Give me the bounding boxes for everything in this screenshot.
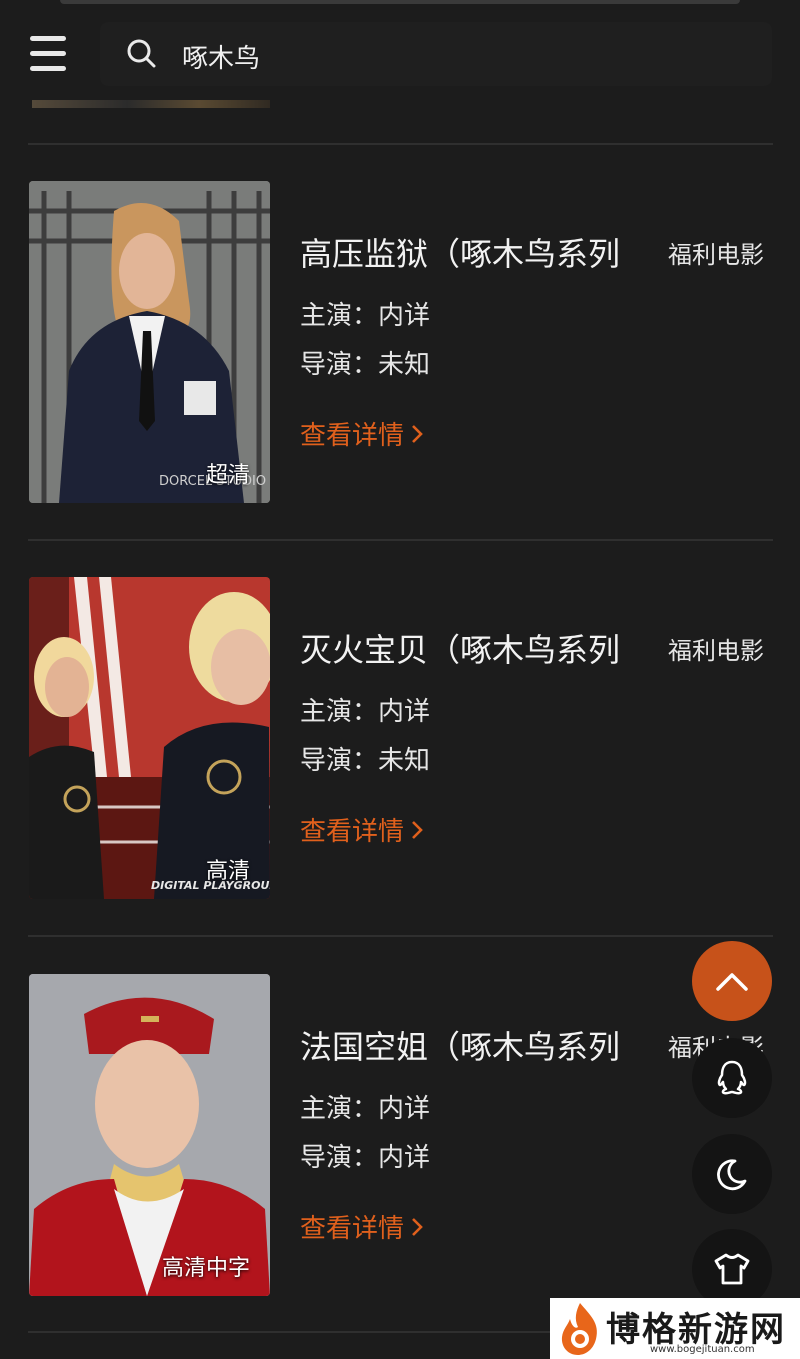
- director-line: 导演：未知: [300, 740, 430, 777]
- moon-icon: [717, 1159, 747, 1191]
- poster-image[interactable]: DORCEL STUDIO 超清: [29, 181, 270, 503]
- director-label: 导演：: [300, 746, 379, 776]
- previous-poster-edge: [32, 100, 270, 108]
- shirt-icon: [714, 1253, 750, 1285]
- search-header: 啄木鸟: [0, 0, 800, 108]
- search-box[interactable]: 啄木鸟: [100, 22, 772, 86]
- director-value: 未知: [378, 350, 431, 380]
- director-value: 内详: [378, 1143, 431, 1173]
- movie-title[interactable]: 灭火宝贝（啄木鸟系列: [300, 625, 620, 671]
- view-details-link[interactable]: 查看详情: [300, 811, 424, 848]
- qq-icon: [717, 1060, 747, 1095]
- cast-value: 内详: [378, 1094, 431, 1124]
- cast-line: 主演：内详: [300, 691, 430, 728]
- cast-label: 主演：: [300, 697, 379, 727]
- menu-icon: [30, 36, 66, 41]
- director-label: 导演：: [300, 1143, 379, 1173]
- view-details-link[interactable]: 查看详情: [300, 415, 424, 452]
- quality-badge: 高清: [205, 859, 250, 884]
- menu-icon-bar: [30, 51, 66, 56]
- category-label[interactable]: 福利电影: [668, 235, 764, 270]
- chevron-right-icon: [412, 821, 423, 839]
- view-details-link[interactable]: 查看详情: [300, 1208, 424, 1245]
- watermark-url: www.bogejituan.com: [650, 1344, 755, 1355]
- chevron-right-icon: [412, 425, 423, 443]
- movie-title[interactable]: 高压监狱（啄木鸟系列: [300, 229, 620, 275]
- director-value: 未知: [378, 746, 431, 776]
- quality-badge: 高清中字: [161, 1256, 250, 1281]
- search-input[interactable]: 啄木鸟: [182, 38, 682, 75]
- director-label: 导演：: [300, 350, 379, 380]
- back-to-top-button[interactable]: [692, 941, 772, 1021]
- qq-button[interactable]: [692, 1038, 772, 1118]
- director-line: 导演：内详: [300, 1137, 430, 1174]
- cast-line: 主演：内详: [300, 295, 430, 332]
- category-label[interactable]: 福利电影: [668, 631, 764, 666]
- cast-value: 内详: [378, 301, 431, 331]
- search-icon[interactable]: [126, 38, 156, 68]
- cast-line: 主演：内详: [300, 1088, 430, 1125]
- menu-icon-bar: [30, 66, 66, 71]
- divider: [28, 539, 773, 541]
- list-item[interactable]: DORCEL STUDIO 超清 高压监狱（啄木鸟系列 福利电影 主演：内详 导…: [0, 181, 800, 503]
- divider: [28, 935, 773, 937]
- view-details-label: 查看详情: [300, 421, 405, 451]
- movie-title[interactable]: 法国空姐（啄木鸟系列: [300, 1022, 620, 1068]
- cast-value: 内详: [378, 697, 431, 727]
- theme-button[interactable]: [692, 1229, 772, 1309]
- site-watermark: 博格新游网 www.bogejituan.com: [550, 1298, 800, 1359]
- quality-badge: 超清: [205, 463, 250, 488]
- divider: [28, 143, 773, 145]
- chevron-up-icon: [716, 973, 748, 991]
- poster-image[interactable]: 高清中字: [29, 974, 270, 1296]
- flame-logo-icon: [561, 1303, 597, 1355]
- menu-button[interactable]: [30, 36, 68, 72]
- cast-label: 主演：: [300, 1094, 379, 1124]
- list-item[interactable]: DIGITAL PLAYGROUND 高清 灭火宝贝（啄木鸟系列 福利电影 主演…: [0, 577, 800, 899]
- director-line: 导演：未知: [300, 344, 430, 381]
- cast-label: 主演：: [300, 301, 379, 331]
- view-details-label: 查看详情: [300, 1214, 405, 1244]
- poster-image[interactable]: DIGITAL PLAYGROUND 高清: [29, 577, 270, 899]
- chevron-right-icon: [412, 1218, 423, 1236]
- list-item[interactable]: 高清中字 法国空姐（啄木鸟系列 福利电影 主演：内详 导演：内详 查看详情: [0, 974, 800, 1296]
- view-details-label: 查看详情: [300, 817, 405, 847]
- dark-mode-button[interactable]: [692, 1134, 772, 1214]
